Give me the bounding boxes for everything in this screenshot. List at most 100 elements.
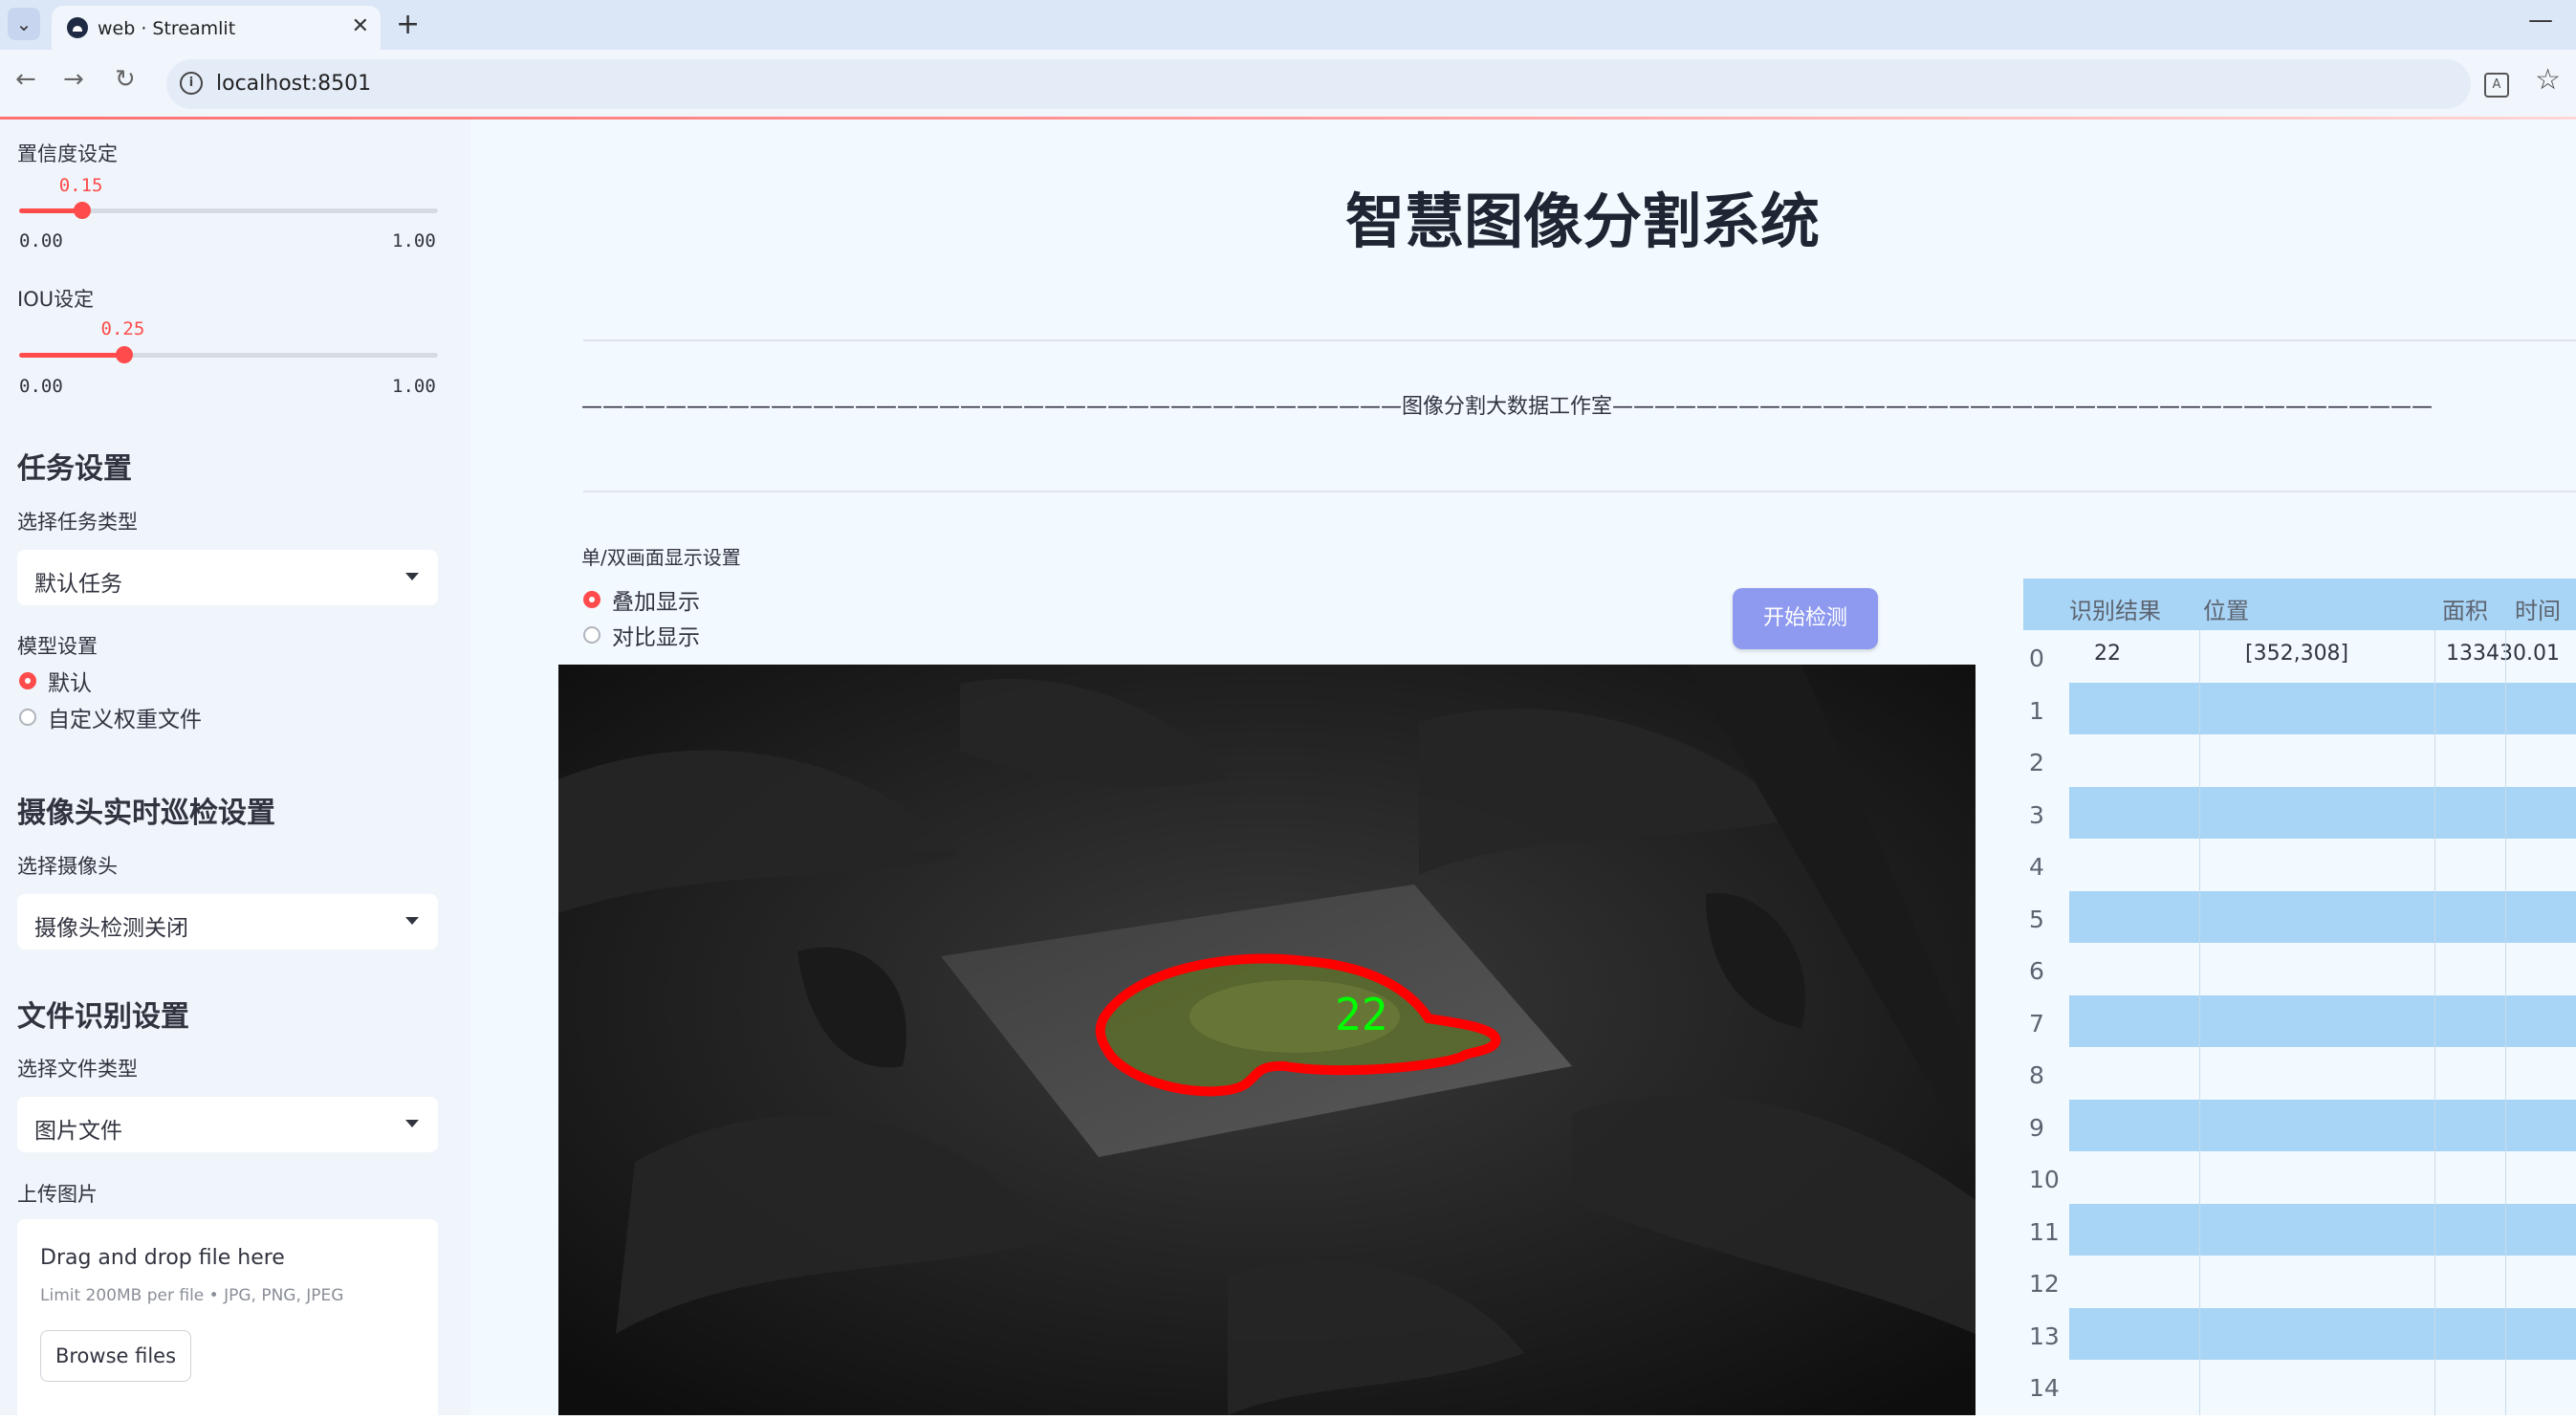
iou-slider[interactable] (19, 346, 438, 363)
row-index: 6 (2029, 957, 2044, 985)
bookmark-star-icon[interactable]: ☆ (2535, 63, 2561, 97)
file-type-label: 选择文件类型 (17, 1058, 138, 1081)
browser-tab[interactable]: web · Streamlit ✕ (52, 6, 381, 50)
confidence-slider[interactable] (19, 202, 438, 219)
table-row[interactable]: 14 (2023, 1360, 2576, 1411)
file-dropzone[interactable]: Drag and drop file here Limit 200MB per … (17, 1219, 438, 1420)
row-index: 10 (2029, 1166, 2060, 1193)
iou-max: 1.00 (392, 376, 436, 397)
table-row[interactable]: 9 (2023, 1099, 2576, 1151)
upload-limit-text: Limit 200MB per file • JPG, PNG, JPEG (40, 1286, 344, 1305)
iou-slider-thumb[interactable] (115, 346, 133, 363)
row-index: 7 (2029, 1009, 2044, 1038)
camera-select-label: 选择摄像头 (17, 855, 118, 878)
tab-list-icon[interactable]: ⌄ (8, 8, 40, 40)
task-settings-heading: 任务设置 (17, 452, 132, 486)
url-field[interactable]: i localhost:8501 (166, 59, 2471, 109)
chevron-down-icon (405, 573, 419, 580)
radio-unselected-icon[interactable] (583, 626, 600, 644)
table-row[interactable]: 12 (2023, 1256, 2576, 1307)
file-settings-heading: 文件识别设置 (17, 1000, 189, 1034)
iou-value: 0.25 (100, 318, 145, 339)
table-row[interactable]: 7 (2023, 994, 2576, 1047)
display-option-label: 对比显示 (612, 625, 700, 650)
header-time: 时间 (2515, 598, 2561, 624)
browser-tab-bar: ⌄ web · Streamlit ✕ + — (0, 0, 2576, 50)
iou-min: 0.00 (19, 376, 63, 397)
row-index: 9 (2029, 1113, 2044, 1142)
display-option-label: 叠加显示 (612, 590, 700, 615)
browse-files-button[interactable]: Browse files (40, 1330, 191, 1382)
row-index-cell: 11 (2023, 1203, 2069, 1256)
row-index-cell: 10 (2023, 1151, 2069, 1203)
confidence-slider-thumb[interactable] (73, 202, 91, 219)
favicon-icon (67, 17, 88, 38)
radio-selected-icon[interactable] (583, 591, 600, 608)
iou-slider-fill (19, 353, 124, 358)
forward-icon[interactable]: → (63, 65, 84, 94)
row-index: 2 (2029, 749, 2044, 776)
row-index-cell: 8 (2023, 1047, 2069, 1099)
close-tab-icon[interactable]: ✕ (352, 14, 369, 38)
site-info-icon[interactable]: i (180, 72, 203, 95)
table-row[interactable]: 8 (2023, 1047, 2576, 1099)
row-index: 11 (2029, 1217, 2060, 1246)
row-index: 13 (2029, 1322, 2060, 1350)
minimize-window-icon[interactable]: — (2528, 6, 2553, 34)
column-divider (2434, 630, 2435, 1415)
row-index-cell: 12 (2023, 1256, 2069, 1307)
camera-select-value: 摄像头检测关闭 (34, 916, 188, 941)
segmentation-image-viewer: 22 (558, 665, 1976, 1415)
cell-position[interactable]: [352,308] (2245, 642, 2348, 666)
display-mode-label: 单/双画面显示设置 (581, 546, 741, 569)
table-row[interactable]: 2 (2023, 734, 2576, 786)
row-index-cell: 3 (2023, 786, 2069, 839)
cell-result[interactable]: 22 (2094, 642, 2121, 666)
table-header: 识别结果 位置 面积 时间 (2023, 579, 2576, 630)
back-icon[interactable]: ← (15, 65, 36, 94)
table-row[interactable]: 4 (2023, 839, 2576, 890)
divider-bottom (583, 491, 2576, 492)
chevron-down-icon (405, 917, 419, 925)
column-divider (2505, 630, 2506, 1415)
table-row[interactable]: 6 (2023, 943, 2576, 994)
chevron-down-icon (405, 1120, 419, 1127)
table-row[interactable]: 10 (2023, 1151, 2576, 1203)
table-row[interactable]: 11 (2023, 1203, 2576, 1256)
reload-icon[interactable]: ↻ (115, 65, 136, 94)
row-index-cell: 7 (2023, 994, 2069, 1047)
model-option-label: 默认 (48, 671, 92, 696)
table-row[interactable]: 5 (2023, 890, 2576, 943)
cell-time[interactable]: 0.01 (2513, 642, 2560, 666)
table-row[interactable]: 3 (2023, 786, 2576, 839)
iou-label: IOU设定 (17, 288, 95, 311)
url-text[interactable]: localhost:8501 (216, 72, 371, 96)
radio-unselected-icon[interactable] (19, 709, 36, 726)
row-index-cell: 5 (2023, 890, 2069, 943)
tab-title: web · Streamlit (98, 18, 236, 39)
model-option-default[interactable]: 默认 (19, 666, 92, 696)
file-type-select[interactable]: 图片文件 (17, 1097, 438, 1152)
radio-selected-icon[interactable] (19, 672, 36, 689)
row-index-cell: 13 (2023, 1307, 2069, 1360)
confidence-value: 0.15 (58, 175, 103, 196)
table-row[interactable]: 13 (2023, 1307, 2576, 1360)
cell-area[interactable]: 13343 (2446, 642, 2513, 666)
display-option-compare[interactable]: 对比显示 (583, 621, 700, 650)
model-option-label: 自定义权重文件 (48, 708, 202, 732)
new-tab-icon[interactable]: + (396, 8, 420, 41)
display-option-overlay[interactable]: 叠加显示 (583, 585, 700, 615)
model-option-custom[interactable]: 自定义权重文件 (19, 703, 202, 732)
translate-icon[interactable]: A (2484, 73, 2509, 98)
table-row[interactable]: 0 22 [352,308] 13343 0.01 (2023, 630, 2576, 682)
row-index-cell: 1 (2023, 682, 2069, 734)
row-index-cell: 0 (2023, 630, 2069, 682)
task-type-select[interactable]: 默认任务 (17, 550, 438, 605)
sidebar: 置信度设定 0.15 0.00 1.00 IOU设定 0.25 0.00 1.0… (0, 120, 470, 1420)
row-index: 3 (2029, 800, 2044, 829)
table-row[interactable]: 1 (2023, 682, 2576, 734)
camera-select[interactable]: 摄像头检测关闭 (17, 894, 438, 950)
address-bar: ← → ↻ i localhost:8501 A ☆ (0, 50, 2576, 119)
start-detection-button[interactable]: 开始检测 (1733, 588, 1878, 649)
confidence-slider-fill (19, 208, 82, 213)
